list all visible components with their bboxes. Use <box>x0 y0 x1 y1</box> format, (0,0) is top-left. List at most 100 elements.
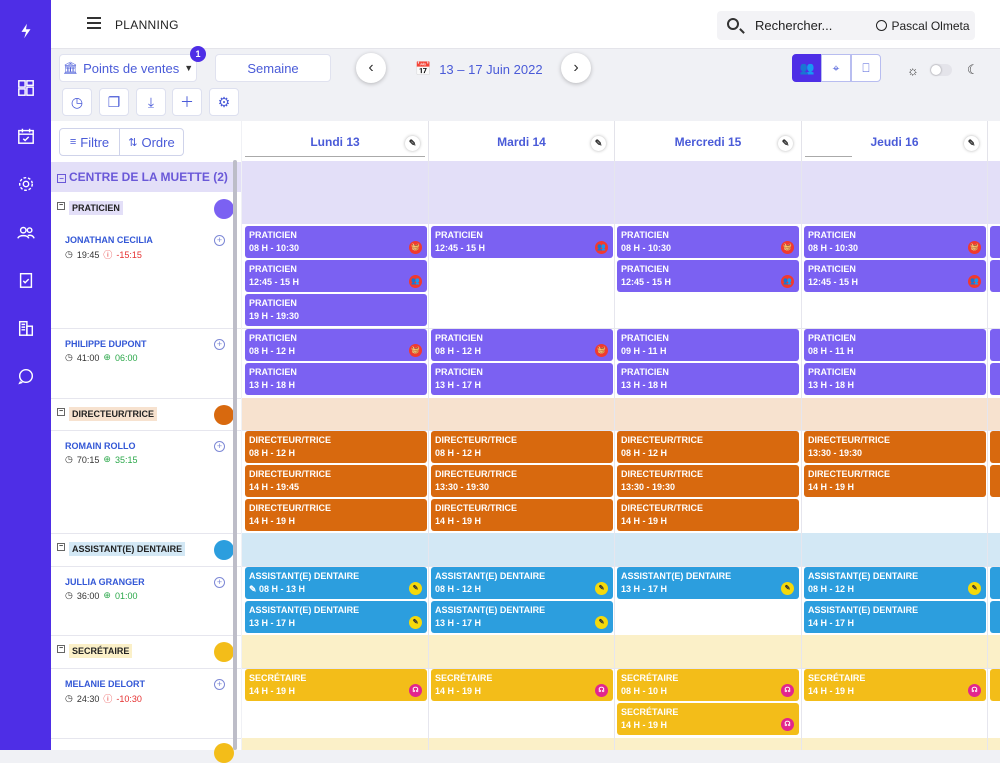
shift-status-icon[interactable]: ✎ <box>595 582 608 595</box>
add-shift-icon[interactable]: + <box>214 577 225 588</box>
shift-card[interactable]: SECRÉTAIRE 14 H - 19 H ☊ <box>617 703 799 735</box>
shift-card[interactable]: PRATICIEN 08 H - 10:30 🧺 <box>245 226 427 258</box>
chat-icon[interactable] <box>15 365 37 387</box>
add-shift-icon[interactable]: + <box>214 441 225 452</box>
day-header[interactable] <box>988 121 1000 161</box>
shift-card[interactable]: ASSISTANT(E) DENTAIRE 13 H - 17 H ✎ <box>245 601 427 633</box>
settings-icon[interactable] <box>15 173 37 195</box>
building-icon[interactable] <box>15 317 37 339</box>
shift-card[interactable]: PRATICIEN 08 H - 11 H <box>804 329 986 361</box>
scrollbar[interactable] <box>233 160 237 750</box>
shift-status-icon[interactable]: ✎ <box>409 616 422 629</box>
shift-status-icon[interactable]: 🧺 <box>409 344 422 357</box>
staff-row[interactable]: JULLIA GRANGER ◷ 36:00 ⊕ 01:00 + <box>51 566 241 635</box>
shift-status-icon[interactable]: ☊ <box>409 684 422 697</box>
shift-card[interactable]: SECRÉTAIRE 08 H - 10 H ☊ <box>617 669 799 701</box>
shift-status-icon[interactable]: ✎ <box>409 582 422 595</box>
shift-card[interactable]: PRATICIEN 09 H - 11 H <box>617 329 799 361</box>
shift-card[interactable]: DIRECTEUR/TRICE 13:30 - 19:30 <box>804 431 986 463</box>
shift-status-icon[interactable]: 🧺 <box>968 241 981 254</box>
shift-card-partial[interactable] <box>990 260 1000 292</box>
edit-icon[interactable]: ✎ <box>591 136 606 151</box>
shift-card[interactable]: DIRECTEUR/TRICE 08 H - 12 H <box>617 431 799 463</box>
staff-row[interactable]: MELANIE DELORT ◷ 24:30 ⓘ -10:30 + <box>51 668 241 738</box>
edit-icon[interactable]: ✎ <box>405 136 420 151</box>
menu-icon[interactable] <box>87 17 101 29</box>
shift-status-icon[interactable]: 👥 <box>595 241 608 254</box>
add-shift-icon[interactable]: + <box>214 235 225 246</box>
shift-card[interactable]: ASSISTANT(E) DENTAIRE 08 H - 12 H ✎ <box>804 567 986 599</box>
shift-status-icon[interactable]: 👥 <box>968 275 981 288</box>
shift-card-partial[interactable] <box>990 601 1000 633</box>
shift-status-icon[interactable]: ✎ <box>595 616 608 629</box>
shift-card-partial[interactable] <box>990 669 1000 701</box>
shift-card[interactable]: DIRECTEUR/TRICE 13:30 - 19:30 <box>617 465 799 497</box>
shift-card[interactable]: DIRECTEUR/TRICE 14 H - 19:45 <box>245 465 427 497</box>
shift-card[interactable]: PRATICIEN 19 H - 19:30 <box>245 294 427 326</box>
shift-card[interactable]: ASSISTANT(E) DENTAIRE ✎ 08 H - 13 H ✎ <box>245 567 427 599</box>
week-selector[interactable]: Semaine <box>215 54 331 82</box>
shift-card[interactable]: PRATICIEN 12:45 - 15 H 👥 <box>431 226 613 258</box>
prev-week-button[interactable]: ‹ <box>356 53 386 83</box>
people-view-icon[interactable]: 👥 <box>792 54 822 82</box>
filter-button[interactable]: ≡ Filtre <box>59 128 120 156</box>
role-praticien[interactable]: − PRATICIEN <box>51 193 241 225</box>
shift-card-partial[interactable] <box>990 226 1000 258</box>
shift-card[interactable]: SECRÉTAIRE 14 H - 19 H ☊ <box>431 669 613 701</box>
bookmark-view-icon[interactable]: ⎕ <box>851 54 881 82</box>
add-shift-icon[interactable]: + <box>214 339 225 350</box>
shift-status-icon[interactable]: ☊ <box>968 684 981 697</box>
edit-icon[interactable]: ✎ <box>778 136 793 151</box>
role-directeur[interactable]: − DIRECTEUR/TRICE <box>51 398 241 430</box>
download-icon[interactable]: ⤓ <box>136 88 166 116</box>
clipboard-check-icon[interactable] <box>15 269 37 291</box>
shift-card[interactable]: ASSISTANT(E) DENTAIRE 14 H - 17 H <box>804 601 986 633</box>
shift-card[interactable]: DIRECTEUR/TRICE 14 H - 19 H <box>804 465 986 497</box>
logo-icon[interactable] <box>15 20 37 42</box>
shift-status-icon[interactable]: 🧺 <box>595 344 608 357</box>
day-header[interactable]: Jeudi 16 ✎ <box>802 121 988 161</box>
shift-card[interactable]: PRATICIEN 08 H - 12 H 🧺 <box>431 329 613 361</box>
order-button[interactable]: ⇅ Ordre <box>119 128 184 156</box>
shift-card[interactable]: PRATICIEN 12:45 - 15 H 👥 <box>245 260 427 292</box>
shift-card[interactable]: DIRECTEUR/TRICE 08 H - 12 H <box>245 431 427 463</box>
day-header[interactable]: Mardi 14 ✎ <box>429 121 615 161</box>
users-icon[interactable] <box>15 221 37 243</box>
role-secretaire[interactable]: − SECRÉTAIRE <box>51 635 241 668</box>
copy-icon[interactable]: ❐ <box>99 88 129 116</box>
staff-row[interactable]: JONATHAN CECILIA ◷ 19:45 ⓘ -15:15 + <box>51 225 241 328</box>
shift-card[interactable]: DIRECTEUR/TRICE 13:30 - 19:30 <box>431 465 613 497</box>
shift-card[interactable]: PRATICIEN 12:45 - 15 H 👥 <box>804 260 986 292</box>
points-de-ventes-dropdown[interactable]: 🏛 Points de ventes ▼ <box>59 54 197 82</box>
shift-card-partial[interactable] <box>990 465 1000 497</box>
theme-toggle[interactable] <box>930 64 952 76</box>
dashboard-icon[interactable] <box>15 77 37 99</box>
shift-status-icon[interactable]: ✎ <box>968 582 981 595</box>
shift-status-icon[interactable]: ☊ <box>595 684 608 697</box>
shift-card[interactable]: PRATICIEN 08 H - 10:30 🧺 <box>804 226 986 258</box>
gear-icon[interactable]: ⚙ <box>209 88 239 116</box>
shift-status-icon[interactable]: 🧺 <box>781 241 794 254</box>
role-assistant[interactable]: − ASSISTANT(E) DENTAIRE <box>51 533 241 566</box>
shift-status-icon[interactable]: 👥 <box>409 275 422 288</box>
clock-icon[interactable]: ◷ <box>62 88 92 116</box>
next-week-button[interactable]: › <box>561 53 591 83</box>
add-icon[interactable]: ＋ <box>172 88 202 116</box>
edit-icon[interactable]: ✎ <box>964 136 979 151</box>
shift-card[interactable]: SECRÉTAIRE 14 H - 19 H ☊ <box>245 669 427 701</box>
shift-status-icon[interactable]: 🧺 <box>409 241 422 254</box>
shift-card-partial[interactable] <box>990 329 1000 361</box>
shift-card[interactable]: PRATICIEN 13 H - 18 H <box>245 363 427 395</box>
shift-status-icon[interactable]: ☊ <box>781 684 794 697</box>
shift-card[interactable]: DIRECTEUR/TRICE 08 H - 12 H <box>431 431 613 463</box>
shift-card[interactable]: DIRECTEUR/TRICE 14 H - 19 H <box>245 499 427 531</box>
staff-row[interactable]: ROMAIN ROLLO ◷ 70:15 ⊕ 35:15 + <box>51 430 241 533</box>
shift-status-icon[interactable]: 👥 <box>781 275 794 288</box>
date-range[interactable]: 📅 13 – 17 Juin 2022 <box>415 61 543 77</box>
shift-card[interactable]: PRATICIEN 08 H - 12 H 🧺 <box>245 329 427 361</box>
day-header[interactable]: Mercredi 15 ✎ <box>615 121 802 161</box>
shift-status-icon[interactable]: ☊ <box>781 718 794 731</box>
shift-card-partial[interactable] <box>990 363 1000 395</box>
shift-card[interactable]: PRATICIEN 13 H - 18 H <box>617 363 799 395</box>
staff-row[interactable]: PHILIPPE DUPONT ◷ 41:00 ⊕ 06:00 + <box>51 328 241 398</box>
